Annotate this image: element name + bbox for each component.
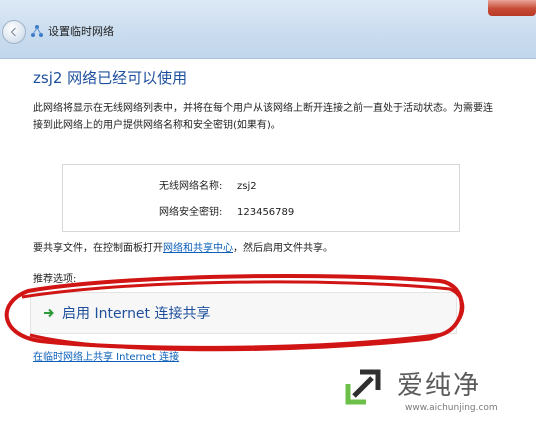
close-button[interactable] bbox=[488, 0, 536, 16]
network-info-box: 无线网络名称: zsj2 网络安全密钥: 123456789 bbox=[62, 164, 460, 232]
security-key-value: 123456789 bbox=[237, 207, 295, 218]
page-heading: zsj2 网络已经可以使用 bbox=[33, 69, 188, 87]
network-name-label: 无线网络名称: bbox=[159, 181, 223, 192]
watermark: 爱纯净 www.aichunjing.com bbox=[339, 361, 536, 421]
title-bar: 设置临时网络 bbox=[0, 0, 536, 59]
watermark-name: 爱纯净 bbox=[397, 371, 482, 401]
aichunjing-logo bbox=[345, 369, 381, 405]
security-key-row: 网络安全密钥: 123456789 bbox=[159, 203, 294, 218]
enable-ics-label: 启用 Internet 连接共享 bbox=[62, 306, 211, 322]
window-title: 设置临时网络 bbox=[48, 25, 114, 38]
security-key-label: 网络安全密钥: bbox=[159, 207, 223, 218]
share-instruction: 要共享文件，在控制面板打开网络和共享中心，然后启用文件共享。 bbox=[33, 239, 333, 254]
back-arrow-icon bbox=[10, 27, 17, 37]
share-internet-adhoc-link[interactable]: 在临时网络上共享 Internet 连接 bbox=[33, 348, 179, 363]
green-arrow-icon bbox=[44, 308, 54, 318]
watermark-url: www.aichunjing.com bbox=[405, 403, 498, 413]
share-prefix: 要共享文件，在控制面板打开 bbox=[33, 243, 163, 254]
share-suffix: ，然后启用文件共享。 bbox=[233, 243, 333, 254]
description-text: 此网络将显示在无线网络列表中，并将在每个用户从该网络上断开连接之前一直处于活动状… bbox=[33, 103, 493, 131]
network-name-value: zsj2 bbox=[237, 181, 257, 192]
network-sharing-center-link[interactable]: 网络和共享中心 bbox=[163, 243, 233, 254]
enable-ics-option[interactable]: 启用 Internet 连接共享 bbox=[30, 292, 457, 334]
network-name-row: 无线网络名称: zsj2 bbox=[159, 177, 257, 192]
recommended-label: 推荐选项: bbox=[33, 274, 77, 285]
network-icon bbox=[31, 25, 43, 37]
back-button[interactable] bbox=[2, 20, 26, 44]
